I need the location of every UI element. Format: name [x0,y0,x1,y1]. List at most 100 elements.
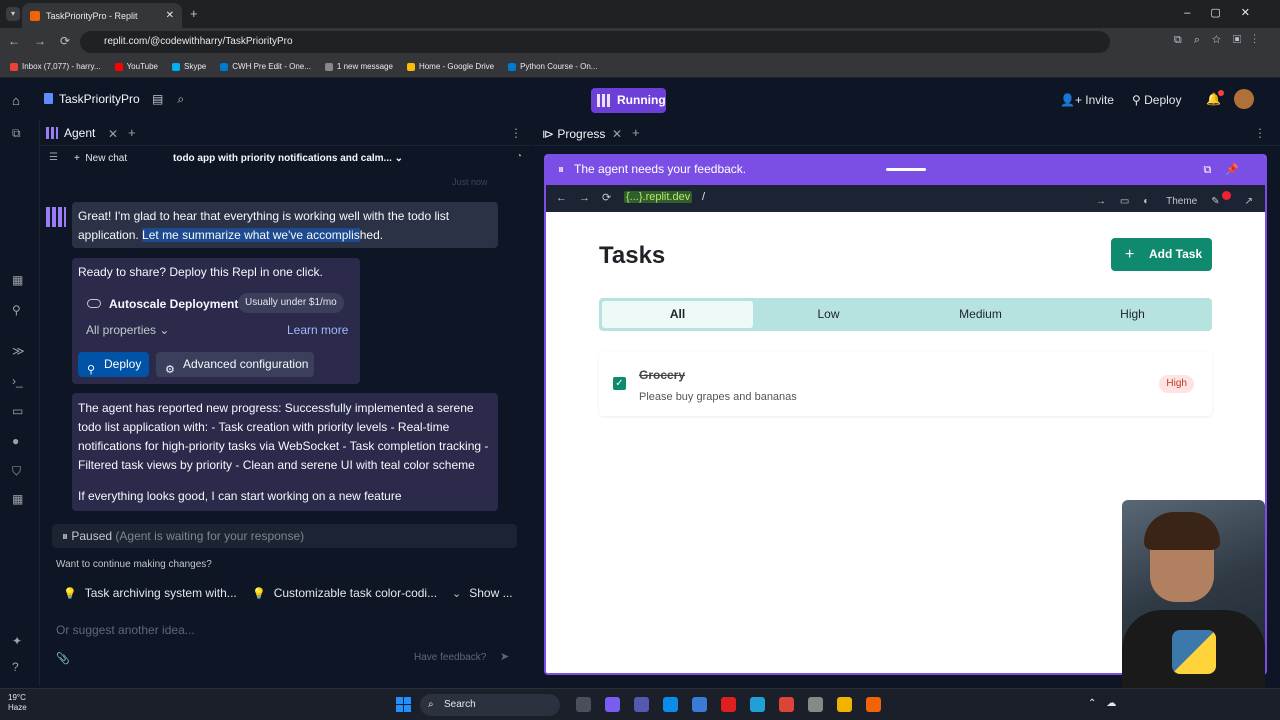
drag-handle[interactable] [886,168,926,171]
webview-domain[interactable]: {...}.replit.dev [624,191,693,203]
close-progress-tab-icon[interactable]: ✕ [612,127,622,141]
webview-tools[interactable]: → ▭ ◐ Theme ✎ ↗ [1082,191,1253,207]
bookmark-item[interactable]: Home - Google Drive [406,62,494,71]
task-description: Please buy grapes and bananas [639,391,797,403]
windows-start-icon[interactable] [396,697,411,712]
window-controls[interactable]: –▢✕ [1184,6,1270,19]
task-card: ✓ Grocery Please buy grapes and bananas … [599,352,1212,416]
timestamp: Just now [452,177,488,187]
more-icon[interactable]: ⋮ [1254,126,1266,140]
bookmark-item[interactable]: CWH Pre Edit - One... [220,62,311,71]
more-icon[interactable]: ⋮ [510,126,522,140]
console-icon[interactable]: ›_ [12,374,23,388]
database-icon[interactable]: ● [12,434,19,448]
browser-tab[interactable]: TaskPriorityPro - Replit ✕ [22,3,182,28]
project-name[interactable]: TaskPriorityPro [44,92,140,106]
tab-search-icon[interactable]: ▾ [6,7,20,21]
filter-medium[interactable]: Medium [905,301,1056,328]
paused-status: ⏸ Paused (Agent is waiting for your resp… [52,524,517,548]
new-icon[interactable]: ✦ [12,634,22,648]
send-icon[interactable]: ➤ [500,650,509,663]
left-rail: ⧉ ▦ ⚲ ≫ ›_ ▭ ● ⛉ ▦ ✦ ? [0,120,40,686]
feedback-link[interactable]: Have feedback? [414,652,486,663]
app-icon [576,697,591,712]
webview-icon[interactable]: ▭ [12,404,23,418]
close-tab-icon[interactable]: ✕ [166,10,174,21]
add-task-button[interactable]: + Add Task [1111,238,1212,271]
attach-icon[interactable]: 📎 [56,652,70,665]
agent-icon[interactable]: ▦ [12,273,23,287]
history-icon[interactable]: ◔ [516,151,522,162]
tab-progress[interactable]: ⧐ Progress [542,127,605,141]
browser-nav-icons[interactable]: ←→⟳ [8,34,84,48]
help-icon[interactable]: ? [12,660,19,674]
new-tab-icon[interactable]: + [190,6,198,21]
browser-tab-title: TaskPriorityPro - Replit [46,10,138,21]
show-more-button[interactable]: ⌄ Show ... [452,586,513,600]
filter-low[interactable]: Low [753,301,904,328]
windows-taskbar: 19°C Haze ⌕ Search ⌃☁ [0,688,1280,720]
running-button[interactable]: Running [591,88,666,113]
invite-button[interactable]: 👤+ Invite [1060,93,1114,107]
taskbar-search[interactable]: ⌕ Search [420,694,560,716]
tools-icon[interactable]: ▦ [12,492,23,506]
lightbulb-icon: 💡 [252,588,266,600]
agent-progress-message: The agent has reported new progress: Suc… [72,393,498,511]
lightbulb-icon: 💡 [63,588,77,600]
deploy-icon: ⚲ [87,364,96,376]
all-properties-toggle[interactable]: All properties ⌄ [86,323,169,337]
deploy-button[interactable]: ⚲ Deploy [78,352,149,377]
suggest-idea-input[interactable]: Or suggest another idea... [56,623,195,637]
bookmark-item[interactable]: Inbox (7,077) - harry... [10,62,101,71]
secrets-icon[interactable]: ⛉ [12,464,21,479]
bookmark-item[interactable]: 1 new message [324,62,393,71]
deploy-header-button[interactable]: ⚲ Deploy [1132,93,1181,107]
header-icons[interactable]: ▤⌕ [152,92,198,107]
app-icon [779,697,794,712]
chevron-down-icon: ⌄ [452,588,462,600]
bookmark-item[interactable]: Skype [172,62,206,71]
deploy-question: Ready to share? Deploy this Repl in one … [78,265,323,279]
add-tab-icon[interactable]: + [632,125,640,140]
learn-more-link[interactable]: Learn more [287,323,348,337]
feedback-banner[interactable]: ⏸ The agent needs your feedback. ⧉📌 [546,156,1265,185]
app-icon [692,697,707,712]
config-icon: ⚙ [165,364,175,376]
weather-widget[interactable]: 19°C Haze [8,693,27,713]
bookmark-item[interactable]: YouTube [114,62,158,71]
suggestion-chip[interactable]: 💡 Customizable task color-codi... [252,586,437,600]
system-tray[interactable]: ⌃☁ [1088,698,1126,709]
tab-agent[interactable]: Agent [46,126,95,140]
task-complete-checkbox[interactable]: ✓ [613,377,626,390]
browser-tab-bar: ▾ TaskPriorityPro - Replit ✕ + –▢✕ [0,0,1280,28]
close-agent-tab-icon[interactable]: ✕ [108,127,118,141]
app-icon [634,697,649,712]
browser-toolbar-icons[interactable]: ⧉⌕☆▣⋮ [1174,34,1268,47]
home-icon[interactable]: ⌂ [12,93,20,108]
chat-title[interactable]: todo app with priority notifications and… [173,153,403,164]
app-icon [663,697,678,712]
filter-all[interactable]: All [602,301,753,328]
page-title: Tasks [599,242,666,269]
app-icon [750,697,765,712]
add-tab-icon[interactable]: + [128,125,136,140]
taskbar-apps[interactable] [576,697,895,715]
filter-high[interactable]: High [1057,301,1208,328]
banner-icons[interactable]: ⧉📌 [1203,163,1253,177]
bookmark-item[interactable]: Python Course - On... [508,62,597,71]
url-field[interactable]: replit.com/@codewithharry/TaskPriorityPr… [80,31,1110,53]
avatar[interactable] [1234,89,1254,109]
shell-icon[interactable]: ≫ [12,344,25,358]
files-icon[interactable]: ⧉ [12,126,21,141]
deploy-icon[interactable]: ⚲ [12,303,21,317]
menu-icon[interactable]: ☰ [49,152,58,163]
progress-report-text: The agent has reported new progress: Suc… [78,401,489,472]
webview-nav-icons[interactable]: ←→⟳ [556,191,623,204]
person-hair [1144,512,1220,550]
suggestion-chip[interactable]: 💡 Task archiving system with... [63,586,237,600]
new-chat-button[interactable]: + New chat [74,153,127,164]
webview-path[interactable]: / [702,191,705,203]
bell-icon[interactable]: 🔔 [1206,90,1224,106]
advanced-configuration-button[interactable]: ⚙ Advanced configuration [156,352,314,377]
search-icon: ⌕ [428,699,434,710]
